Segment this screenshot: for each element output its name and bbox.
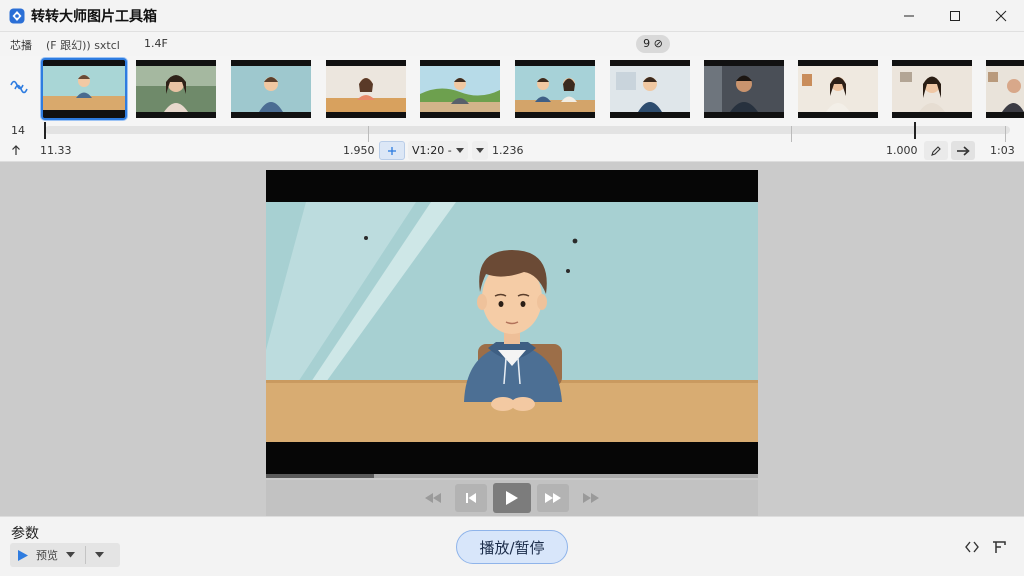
- previous-frame-button[interactable]: [455, 484, 487, 512]
- maximize-icon: [950, 11, 960, 21]
- thumbnail-11[interactable]: [986, 60, 1024, 118]
- pen-icon: [931, 145, 941, 156]
- rewind-button[interactable]: [417, 484, 449, 512]
- dropdown-arrow-icon: [476, 147, 484, 153]
- timeline-tick: [1005, 126, 1006, 142]
- text-format-icon[interactable]: [990, 539, 1008, 555]
- swap-icon[interactable]: [963, 539, 981, 555]
- track-select[interactable]: V1:20 -: [408, 141, 468, 160]
- thumbnail-7[interactable]: [610, 60, 690, 118]
- audio-wave-icon[interactable]: [8, 74, 30, 96]
- minimize-icon: [904, 15, 914, 17]
- thumbnail-9[interactable]: [798, 60, 878, 118]
- track-value: 1.236: [492, 144, 524, 157]
- playback-progress-bar[interactable]: [266, 474, 758, 478]
- app-window: 转转大师图片工具箱 芯播 (F 跟幻)) sxtcl 1.4F 9 ⊘ 14 1…: [0, 0, 1024, 576]
- select-divider: [85, 546, 86, 564]
- timeline: 14 11.33 1.950 V1:20 - 1.236 1.000 1:03: [0, 122, 1024, 162]
- play-small-icon: [18, 549, 28, 561]
- arrow-right-icon: [957, 145, 970, 156]
- play-icon: [506, 491, 518, 505]
- thumbnail-6[interactable]: [515, 60, 595, 118]
- timeline-start-time: 11.33: [40, 144, 72, 157]
- close-icon: [995, 10, 1007, 22]
- filmstrip: [0, 56, 1024, 122]
- param-select-value: 预览: [36, 549, 58, 562]
- app-logo-icon: [9, 8, 25, 23]
- forward-button[interactable]: [951, 141, 975, 160]
- arrow-up-icon[interactable]: [10, 144, 22, 156]
- playback-controls: [266, 480, 758, 516]
- minimize-button[interactable]: [886, 0, 932, 32]
- thumbnail-3[interactable]: [231, 60, 311, 118]
- skip-end-button[interactable]: [575, 484, 607, 512]
- close-button[interactable]: [978, 0, 1024, 32]
- timeline-label: 14: [11, 124, 25, 137]
- thumbnail-8[interactable]: [704, 60, 784, 118]
- title-bar: 转转大师图片工具箱: [0, 0, 1024, 32]
- info-item-mode[interactable]: 芯播: [10, 37, 32, 53]
- maximize-button[interactable]: [932, 0, 978, 32]
- preview-stage: [0, 162, 1024, 516]
- window-controls: [886, 0, 1024, 32]
- dropdown-arrow-icon: [66, 552, 75, 558]
- thumbnail-5[interactable]: [420, 60, 500, 118]
- skip-back-icon: [466, 493, 476, 503]
- video-preview[interactable]: [266, 170, 758, 476]
- playback-progress-fill: [266, 474, 375, 478]
- dropdown-arrow-icon: [455, 147, 464, 153]
- window-title: 转转大师图片工具箱: [31, 8, 157, 25]
- info-item-format[interactable]: (F 跟幻)) sxtcl: [46, 37, 120, 53]
- track-select-value: V1:20 -: [412, 144, 452, 157]
- param-select[interactable]: 预览: [10, 543, 120, 567]
- timeline-tick: [368, 126, 369, 142]
- skip-end-icon: [583, 493, 599, 503]
- thumbnail-10[interactable]: [892, 60, 972, 118]
- zoom-indicator[interactable]: 9 ⊘: [636, 35, 670, 53]
- fast-forward-button[interactable]: [537, 484, 569, 512]
- thumbnail-1[interactable]: [41, 58, 127, 120]
- thumbnail-4[interactable]: [326, 60, 406, 118]
- timeline-end-handle[interactable]: [913, 122, 916, 139]
- timeline-end-time: 1:03: [990, 144, 1015, 157]
- video-frame-cartoon-man: [266, 170, 758, 476]
- track-dropdown-button[interactable]: [472, 141, 488, 160]
- info-bar: 芯播 (F 跟幻)) sxtcl 1.4F 9 ⊘: [0, 32, 1024, 56]
- timeline-mid-value: 1.950: [343, 144, 375, 157]
- fast-forward-icon: [545, 493, 561, 503]
- rewind-icon: [425, 493, 441, 503]
- timeline-start-handle[interactable]: [44, 122, 46, 139]
- play-button[interactable]: [493, 483, 531, 513]
- timeline-tick: [791, 126, 792, 142]
- timeline-end-value: 1.000: [886, 144, 918, 157]
- add-marker-button[interactable]: [379, 141, 405, 160]
- bottom-panel: 参数 预览 播放/暂停: [0, 516, 1024, 576]
- info-item-value: 1.4F: [144, 37, 168, 50]
- play-pause-button[interactable]: 播放/暂停: [456, 530, 568, 564]
- plus-icon: [388, 146, 396, 155]
- edit-curve-button[interactable]: [924, 141, 948, 160]
- params-title: 参数: [11, 526, 39, 542]
- timeline-track[interactable]: [45, 126, 1010, 142]
- thumbnail-2[interactable]: [136, 60, 216, 118]
- dropdown-arrow-icon: [95, 552, 104, 558]
